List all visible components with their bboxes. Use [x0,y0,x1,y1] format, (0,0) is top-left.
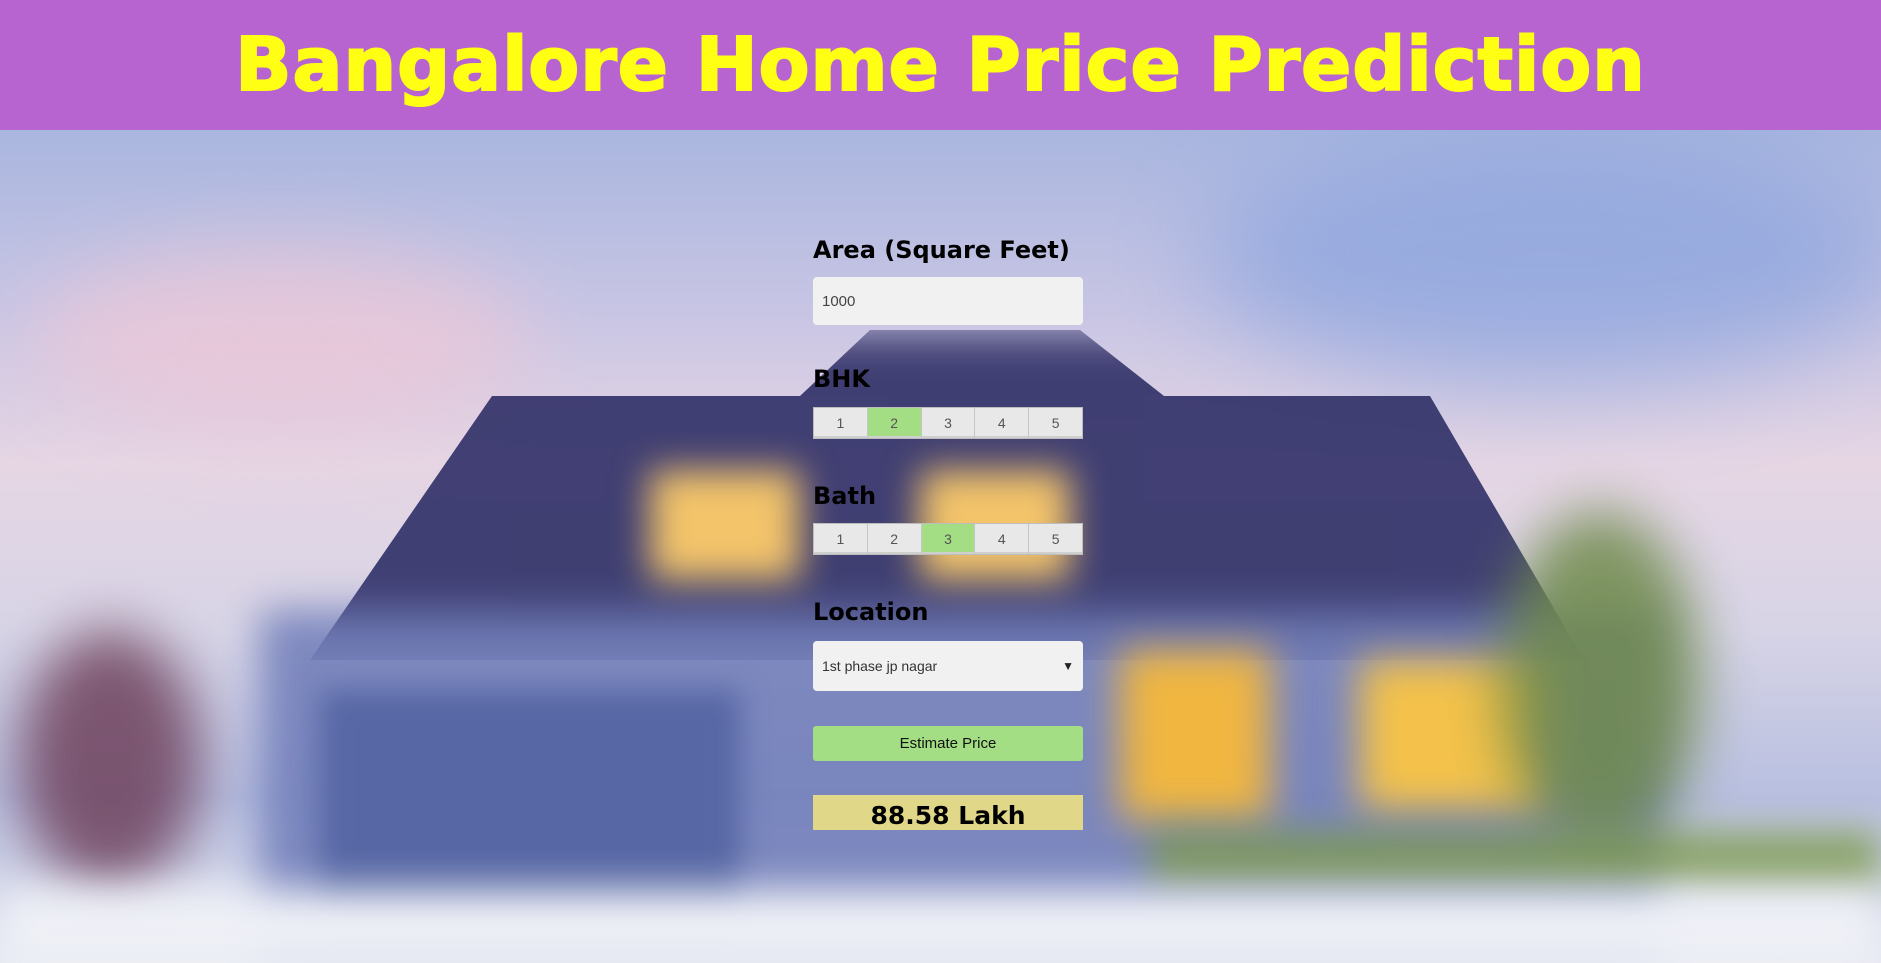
area-label: Area (Square Feet) [813,236,1070,264]
bath-label: Bath [813,482,877,510]
page-header: Bangalore Home Price Prediction [0,0,1881,130]
bhk-selector: 1 2 3 4 5 [813,407,1083,439]
page-title: Bangalore Home Price Prediction [234,21,1646,109]
bhk-option-1[interactable]: 1 [814,408,868,438]
bath-option-4[interactable]: 4 [975,524,1030,554]
bath-option-2[interactable]: 2 [867,524,922,554]
bhk-option-3[interactable]: 3 [921,408,976,438]
location-select[interactable]: 1st phase jp nagar ▼ [813,641,1083,691]
location-label: Location [813,598,929,626]
bath-option-3[interactable]: 3 [921,524,976,554]
bhk-label: BHK [813,365,870,393]
bath-option-1[interactable]: 1 [814,524,868,554]
bhk-option-2[interactable]: 2 [867,408,922,438]
bath-option-5[interactable]: 5 [1029,524,1082,554]
bhk-option-4[interactable]: 4 [975,408,1030,438]
estimated-price-result: 88.58 Lakh [813,795,1083,830]
bath-selector: 1 2 3 4 5 [813,523,1083,555]
chevron-down-icon: ▼ [1062,659,1074,673]
location-selected-value: 1st phase jp nagar [822,658,938,674]
estimate-price-button[interactable]: Estimate Price [813,726,1083,761]
bhk-option-5[interactable]: 5 [1029,408,1082,438]
area-input[interactable] [813,277,1083,325]
